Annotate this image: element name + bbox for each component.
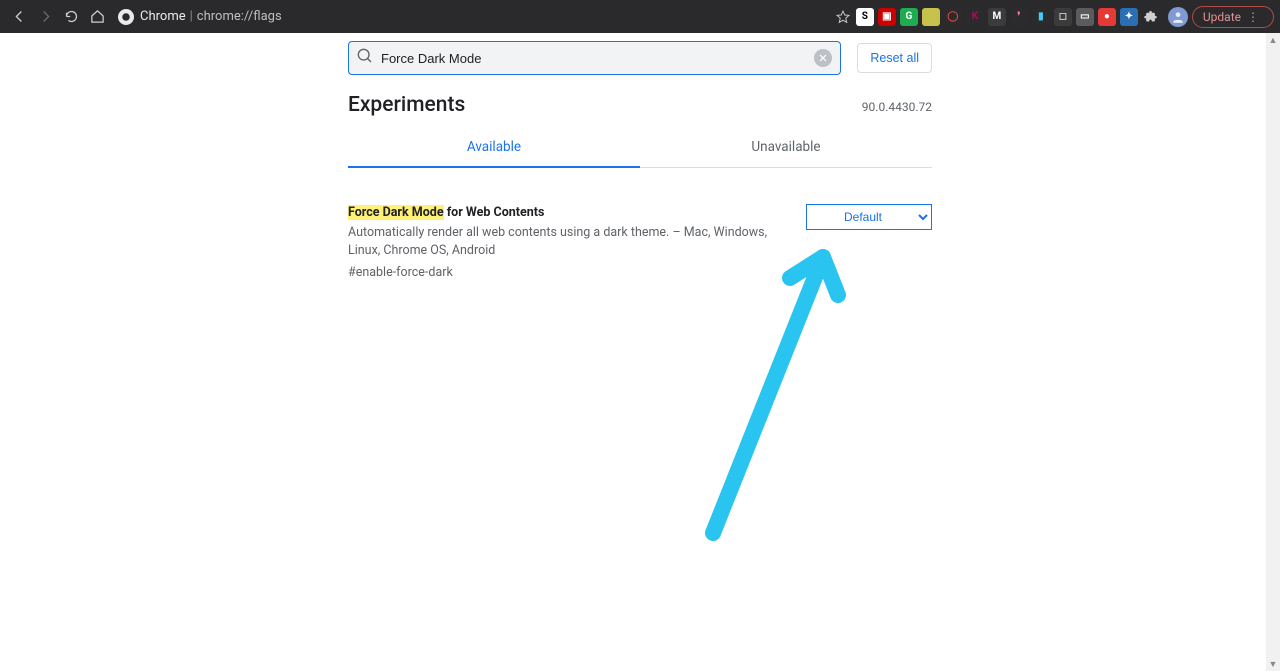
search-icon — [357, 48, 373, 68]
extension-icon[interactable]: S — [856, 8, 874, 26]
scroll-up-arrow-icon[interactable]: ▲ — [1266, 33, 1280, 47]
tab-available[interactable]: Available — [348, 127, 640, 167]
browser-toolbar: Chrome | chrome://flags S▣G ◯KM❜▮◻▭●✦ Upd… — [0, 0, 1280, 33]
vertical-scrollbar[interactable]: ▲ ▼ — [1266, 33, 1280, 671]
address-bar[interactable]: Chrome | chrome://flags — [118, 9, 282, 25]
extension-icon[interactable]: G — [900, 8, 918, 26]
extension-icon[interactable]: ◯ — [944, 8, 962, 26]
url-origin: Chrome — [140, 9, 186, 24]
forward-button[interactable] — [33, 5, 57, 29]
extension-icon[interactable]: ◻ — [1054, 8, 1072, 26]
url-separator: | — [190, 9, 193, 24]
flag-state-select[interactable]: DefaultEnabledDisabled — [806, 204, 932, 230]
flag-hash-link[interactable]: #enable-force-dark — [348, 264, 453, 282]
flag-title-rest: for Web Contents — [444, 205, 545, 220]
extension-icon[interactable]: ▣ — [878, 8, 896, 26]
extension-icon[interactable]: K — [966, 8, 984, 26]
profile-avatar[interactable] — [1168, 7, 1188, 27]
clear-search-button[interactable] — [814, 49, 832, 67]
extension-icon[interactable]: ❜ — [1010, 8, 1028, 26]
update-label: Update — [1203, 10, 1241, 24]
flag-row: Force Dark Mode for Web Contents Automat… — [348, 204, 932, 283]
reset-all-button[interactable]: Reset all — [857, 43, 932, 73]
update-button[interactable]: Update ⋮ — [1192, 6, 1274, 28]
site-identity-icon — [118, 9, 134, 25]
flag-title-highlight: Force Dark Mode — [348, 205, 444, 220]
extensions-row: S▣G ◯KM❜▮◻▭●✦ — [856, 8, 1138, 26]
bookmark-star-icon[interactable] — [831, 5, 855, 29]
flag-description: Automatically render all web contents us… — [348, 225, 767, 258]
version-text: 90.0.4430.72 — [862, 100, 932, 114]
extensions-puzzle-icon[interactable] — [1139, 5, 1163, 29]
back-button[interactable] — [7, 5, 31, 29]
extension-icon[interactable] — [922, 8, 940, 26]
search-field-wrap — [348, 41, 841, 75]
page-title: Experiments — [348, 93, 465, 117]
flag-title: Force Dark Mode for Web Contents — [348, 204, 544, 222]
extension-icon[interactable]: ▭ — [1076, 8, 1094, 26]
kebab-icon: ⋮ — [1247, 10, 1259, 24]
extension-icon[interactable]: ▮ — [1032, 8, 1050, 26]
page-body: Reset all Experiments 90.0.4430.72 Avail… — [0, 33, 1280, 671]
extension-icon[interactable]: ✦ — [1120, 8, 1138, 26]
search-input[interactable] — [373, 51, 814, 66]
extension-icon[interactable]: M — [988, 8, 1006, 26]
extension-icon[interactable]: ● — [1098, 8, 1116, 26]
url-path: chrome://flags — [197, 9, 282, 24]
scroll-down-arrow-icon[interactable]: ▼ — [1266, 657, 1280, 671]
tabs: Available Unavailable — [348, 127, 932, 168]
home-button[interactable] — [85, 5, 109, 29]
reload-button[interactable] — [59, 5, 83, 29]
tab-unavailable[interactable]: Unavailable — [640, 127, 932, 167]
